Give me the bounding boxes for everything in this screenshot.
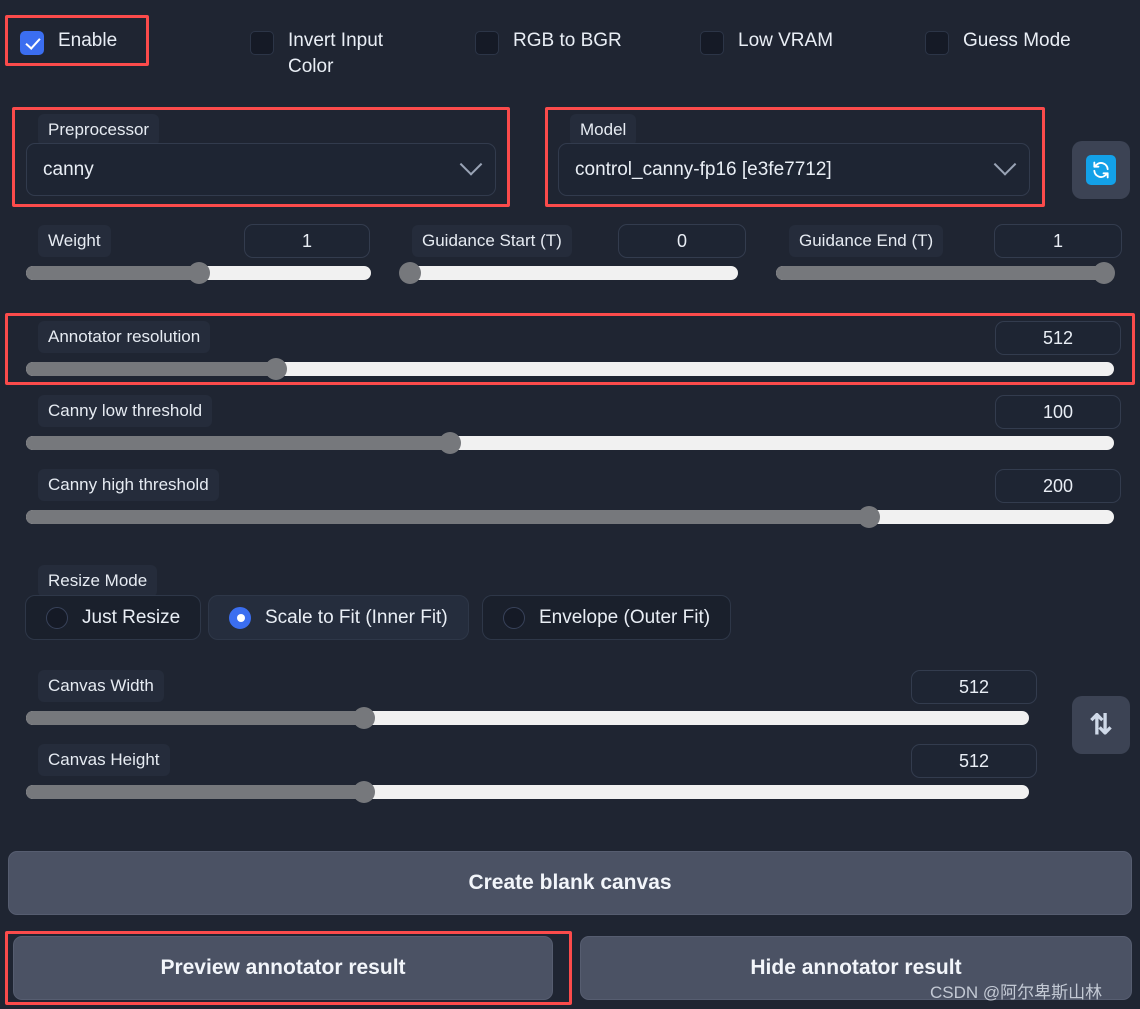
rgb-to-bgr-checkbox-box[interactable] bbox=[475, 31, 499, 55]
chevron-down-icon bbox=[993, 152, 1017, 176]
canny-high-threshold-label: Canny high threshold bbox=[38, 469, 219, 501]
guidance-start-label: Guidance Start (T) bbox=[412, 225, 572, 257]
enable-checkbox-box[interactable] bbox=[20, 31, 44, 55]
canny-low-threshold-slider-thumb[interactable] bbox=[439, 432, 462, 454]
model-label: Model bbox=[570, 114, 637, 146]
guidance-start-slider[interactable] bbox=[399, 262, 738, 284]
controlnet-panel: Enable Invert Input Color RGB to BGR Low… bbox=[0, 0, 1140, 1009]
canvas-height-value-field[interactable]: 512 bbox=[911, 744, 1037, 778]
checkbox-label-enable: Enable bbox=[58, 30, 118, 51]
canvas-height-label: Canvas Height bbox=[38, 744, 170, 776]
guidance-end-slider-thumb[interactable] bbox=[1092, 262, 1115, 284]
resize-mode-option-label-0: Just Resize bbox=[82, 606, 181, 628]
canny-high-threshold-slider-thumb[interactable] bbox=[858, 506, 881, 528]
canvas-width-slider-thumb[interactable] bbox=[353, 707, 375, 729]
checkbox-label-guess-mode: Guess Mode bbox=[963, 30, 1071, 51]
checkbox-invert-input-color[interactable]: Invert Input Color bbox=[250, 28, 418, 80]
canny-high-threshold-slider[interactable] bbox=[26, 506, 1114, 528]
model-dropdown[interactable]: control_canny-fp16 [e3fe7712] bbox=[558, 143, 1030, 196]
guidance-end-slider[interactable] bbox=[776, 262, 1115, 284]
annotator-resolution-slider-fill bbox=[26, 362, 277, 376]
weight-slider-thumb[interactable] bbox=[187, 262, 210, 284]
resize-mode-label: Resize Mode bbox=[38, 565, 158, 597]
swap-width-height-button[interactable]: ⇅ bbox=[1072, 696, 1130, 754]
weight-slider[interactable] bbox=[26, 262, 371, 284]
resize-mode-option-envelope[interactable]: Envelope (Outer Fit) bbox=[482, 595, 732, 640]
canny-low-threshold-slider-fill bbox=[26, 436, 451, 450]
resize-mode-option-scale-to-fit[interactable]: Scale to Fit (Inner Fit) bbox=[208, 595, 469, 640]
canvas-height-slider[interactable] bbox=[26, 781, 1029, 803]
preprocessor-dropdown[interactable]: canny bbox=[26, 143, 496, 196]
weight-slider-fill bbox=[26, 266, 199, 280]
invert-input-color-checkbox-box[interactable] bbox=[250, 31, 274, 55]
create-blank-canvas-button[interactable]: Create blank canvas bbox=[8, 851, 1132, 915]
annotator-resolution-value-field[interactable]: 512 bbox=[995, 321, 1121, 355]
annotator-resolution-slider[interactable] bbox=[26, 358, 1114, 380]
canny-high-threshold-slider-fill bbox=[26, 510, 870, 524]
canvas-height-slider-thumb[interactable] bbox=[353, 781, 375, 803]
radio-icon-envelope[interactable] bbox=[503, 606, 525, 629]
annotator-resolution-slider-thumb[interactable] bbox=[265, 358, 288, 380]
checkbox-rgb-to-bgr[interactable]: RGB to BGR bbox=[475, 28, 622, 55]
annotator-resolution-label: Annotator resolution bbox=[38, 321, 211, 353]
resize-mode-option-label-2: Envelope (Outer Fit) bbox=[539, 606, 711, 628]
guidance-start-value-field[interactable]: 0 bbox=[618, 224, 746, 258]
radio-icon-scale-to-fit[interactable] bbox=[229, 606, 251, 629]
low-vram-checkbox-box[interactable] bbox=[700, 31, 724, 55]
chevron-down-icon bbox=[459, 152, 483, 176]
preprocessor-label: Preprocessor bbox=[38, 114, 160, 146]
checkbox-label-invert-input-color: Invert Input Color bbox=[288, 30, 384, 77]
canvas-width-slider[interactable] bbox=[26, 707, 1029, 729]
checkbox-guess-mode[interactable]: Guess Mode bbox=[925, 28, 1071, 55]
resize-mode-option-label-1: Scale to Fit (Inner Fit) bbox=[265, 606, 448, 628]
guidance-start-slider-track[interactable] bbox=[400, 266, 738, 280]
weight-label: Weight bbox=[38, 225, 111, 257]
checkbox-label-low-vram: Low VRAM bbox=[738, 30, 834, 51]
radio-icon-just-resize[interactable] bbox=[46, 606, 68, 629]
canvas-width-label: Canvas Width bbox=[38, 670, 164, 702]
preprocessor-value: canny bbox=[43, 158, 94, 180]
canny-low-threshold-value-field[interactable]: 100 bbox=[995, 395, 1121, 429]
weight-value-field[interactable]: 1 bbox=[244, 224, 370, 258]
refresh-models-button[interactable] bbox=[1072, 141, 1130, 199]
canny-low-threshold-label: Canny low threshold bbox=[38, 395, 213, 427]
swap-vertical-icon: ⇅ bbox=[1089, 709, 1113, 740]
watermark-text: CSDN @阿尔卑斯山林 bbox=[930, 983, 1103, 1002]
canny-high-threshold-value-field[interactable]: 200 bbox=[995, 469, 1121, 503]
model-value: control_canny-fp16 [e3fe7712] bbox=[575, 158, 832, 180]
guess-mode-checkbox-box[interactable] bbox=[925, 31, 949, 55]
checkbox-enable[interactable]: Enable bbox=[20, 28, 117, 55]
checkbox-low-vram[interactable]: Low VRAM bbox=[700, 28, 833, 55]
guidance-end-value-field[interactable]: 1 bbox=[994, 224, 1122, 258]
canvas-width-slider-fill bbox=[26, 711, 364, 725]
refresh-icon bbox=[1086, 155, 1116, 185]
canvas-height-slider-fill bbox=[26, 785, 364, 799]
canny-low-threshold-slider[interactable] bbox=[26, 432, 1114, 454]
guidance-end-slider-fill bbox=[776, 266, 1104, 280]
guidance-start-slider-thumb[interactable] bbox=[399, 262, 422, 284]
checkbox-label-rgb-to-bgr: RGB to BGR bbox=[513, 30, 622, 51]
resize-mode-option-just-resize[interactable]: Just Resize bbox=[25, 595, 202, 640]
preview-annotator-result-button[interactable]: Preview annotator result bbox=[13, 936, 553, 1000]
guidance-end-label: Guidance End (T) bbox=[789, 225, 944, 257]
canvas-width-value-field[interactable]: 512 bbox=[911, 670, 1037, 704]
